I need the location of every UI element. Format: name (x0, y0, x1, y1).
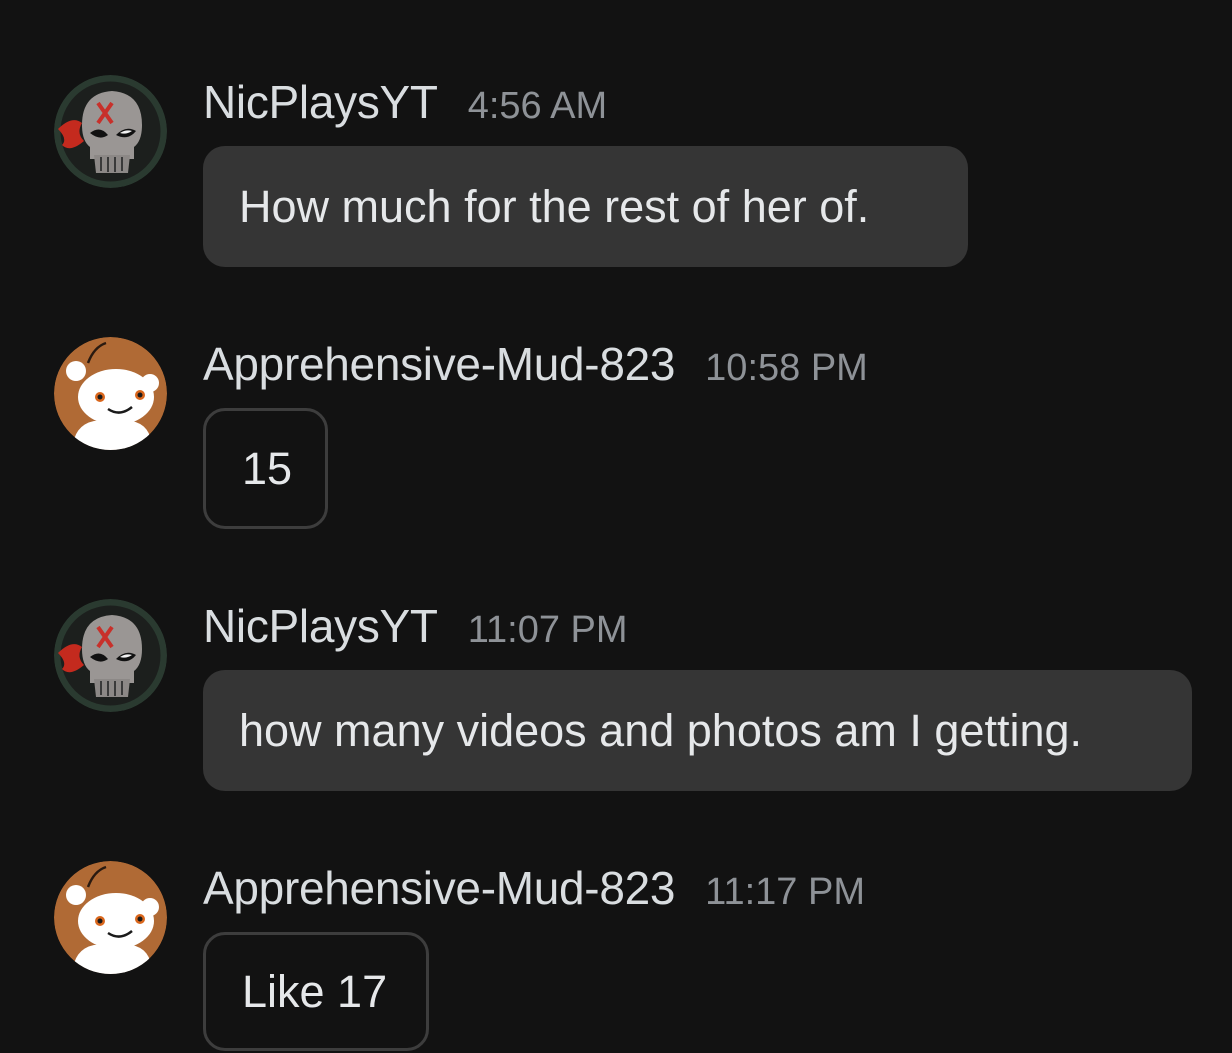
snoo-avatar-icon[interactable] (54, 337, 167, 450)
message-text: Like 17 (242, 965, 388, 1017)
timestamp: 10:58 PM (705, 347, 868, 389)
username[interactable]: Apprehensive-Mud-823 (203, 337, 675, 391)
timestamp: 11:17 PM (705, 871, 866, 913)
message-header: Apprehensive-Mud-823 11:17 PM (203, 861, 866, 914)
timestamp: 4:56 AM (467, 85, 608, 127)
username[interactable]: NicPlaysYT (203, 75, 438, 129)
message-bubble[interactable]: how many videos and photos am I getting. (203, 670, 1192, 791)
message-header: NicPlaysYT 4:56 AM (203, 75, 608, 128)
message-bubble[interactable]: How much for the rest of her of. (203, 146, 968, 267)
message-text: 15 (242, 442, 293, 494)
message-header: Apprehensive-Mud-823 10:58 PM (203, 337, 868, 390)
message-bubble[interactable]: Like 17 (203, 932, 429, 1051)
skull-avatar-icon[interactable] (54, 599, 167, 712)
message-text: How much for the rest of her of. (239, 180, 870, 232)
chat-thread: NicPlaysYT 4:56 AM How much for the rest… (0, 0, 1232, 1053)
username[interactable]: Apprehensive-Mud-823 (203, 861, 675, 915)
snoo-avatar-icon[interactable] (54, 861, 167, 974)
message-text: how many videos and photos am I getting. (239, 704, 1083, 756)
skull-avatar-icon[interactable] (54, 75, 167, 188)
username[interactable]: NicPlaysYT (203, 599, 438, 653)
timestamp: 11:07 PM (467, 609, 628, 651)
message-bubble[interactable]: 15 (203, 408, 328, 529)
message-header: NicPlaysYT 11:07 PM (203, 599, 628, 652)
